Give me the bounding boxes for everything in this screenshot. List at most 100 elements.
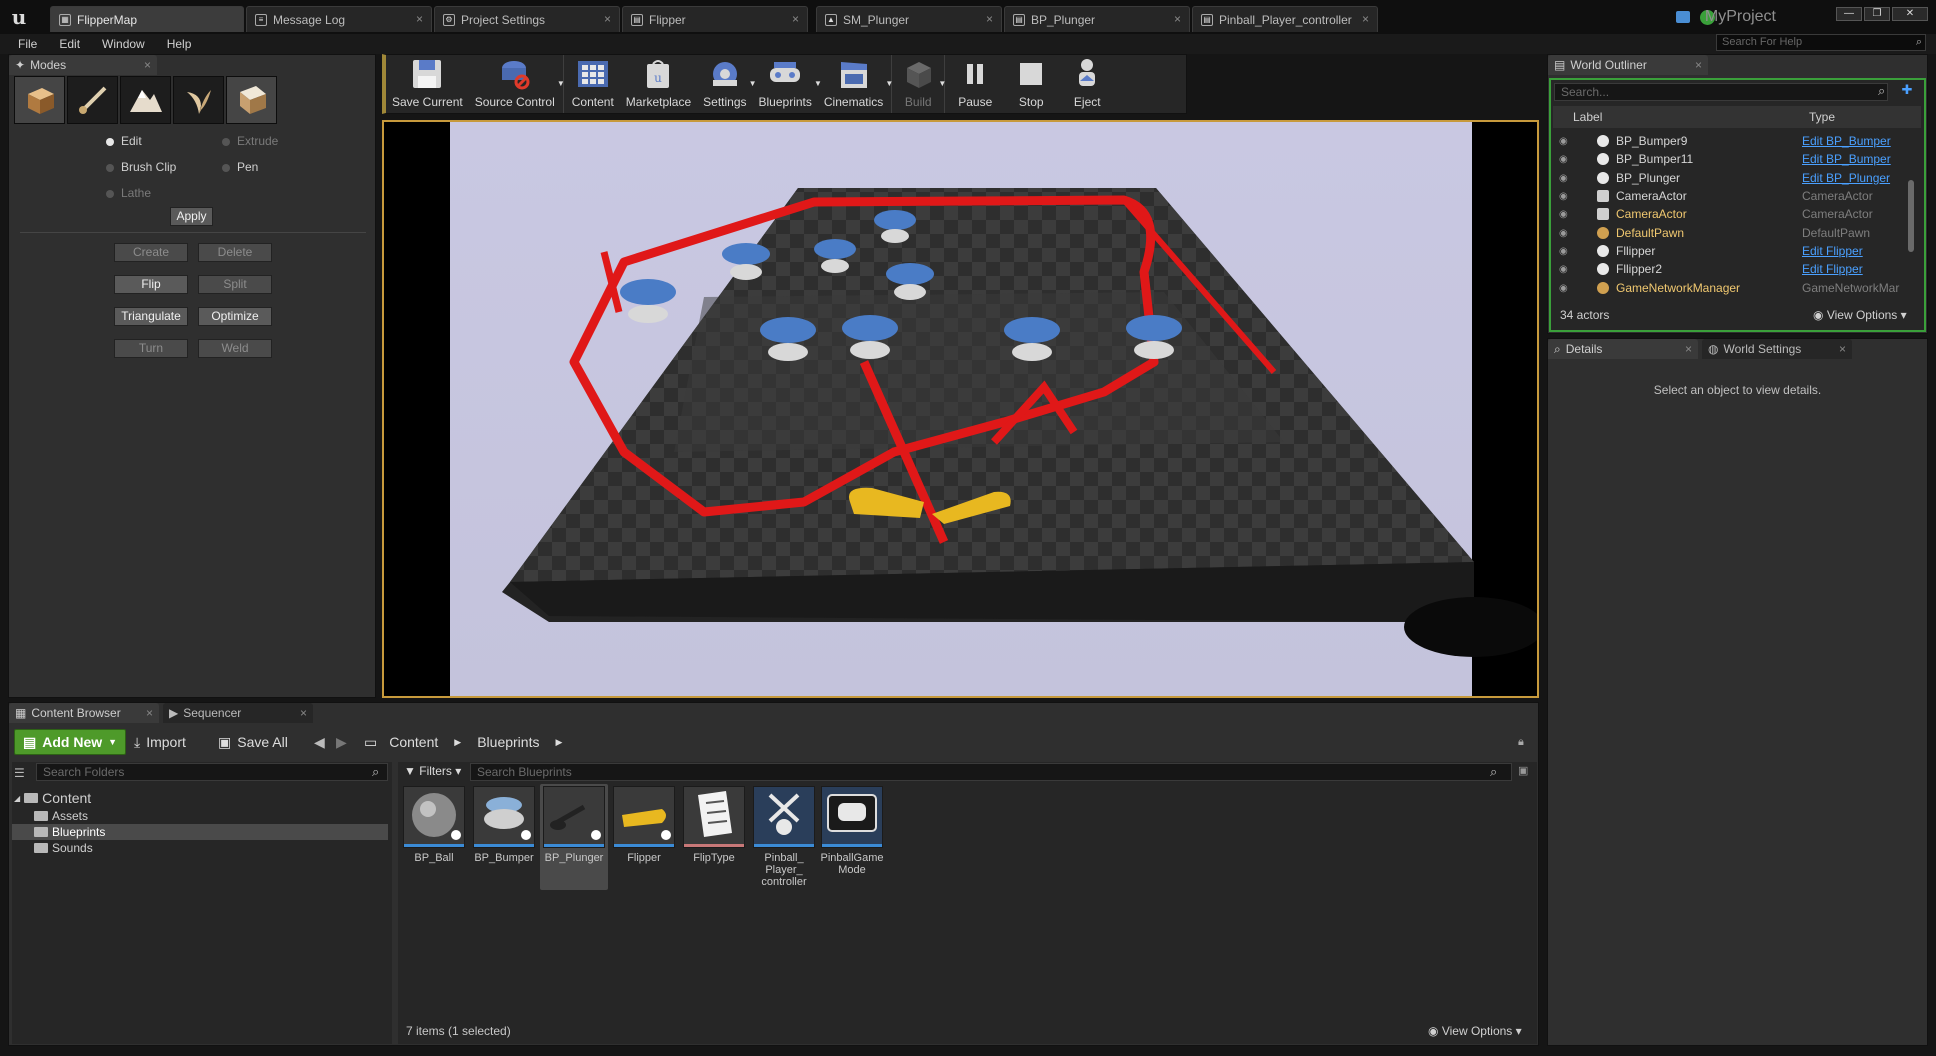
- menu-window[interactable]: Window: [102, 37, 145, 51]
- create-button[interactable]: Create: [114, 243, 188, 262]
- content-button[interactable]: Content: [566, 55, 620, 113]
- settings-button[interactable]: Settings ▼: [697, 55, 757, 113]
- actor-type-link[interactable]: Edit BP_Bumper: [1802, 134, 1908, 148]
- visibility-eye-icon[interactable]: ◉: [1559, 228, 1573, 239]
- visibility-eye-icon[interactable]: ◉: [1559, 283, 1573, 294]
- close-icon[interactable]: ×: [1174, 12, 1181, 26]
- dropdown-arrow-icon[interactable]: ▼: [885, 79, 893, 88]
- maximize-button[interactable]: ❐: [1864, 7, 1890, 21]
- add-filter-icon[interactable]: ✚: [1898, 82, 1916, 100]
- close-icon[interactable]: ×: [300, 706, 307, 720]
- visibility-eye-icon[interactable]: ◉: [1559, 191, 1573, 202]
- asset-bp-ball[interactable]: BP_Ball: [402, 786, 466, 888]
- paint-mode-icon[interactable]: [67, 76, 118, 124]
- folder-sounds[interactable]: Sounds: [34, 840, 93, 856]
- save-search-icon[interactable]: ▣: [1518, 764, 1528, 777]
- eject-button[interactable]: Eject: [1059, 55, 1115, 113]
- outliner-row[interactable]: ◉ DefaultPawn DefaultPawn: [1553, 223, 1908, 241]
- expand-arrow-icon[interactable]: ◢: [14, 794, 20, 803]
- sequencer-tab[interactable]: ▶ Sequencer ×: [163, 703, 313, 723]
- outliner-scrollbar[interactable]: [1908, 180, 1914, 252]
- lock-icon[interactable]: 🔒︎: [1518, 736, 1524, 749]
- tab-sm-plunger[interactable]: ▲ SM_Plunger ×: [816, 6, 1002, 32]
- tab-flippermap[interactable]: ▦ FlipperMap: [50, 6, 244, 32]
- content-view-options[interactable]: ◉ View Options ▾: [1428, 1024, 1522, 1038]
- asset-flipper[interactable]: Flipper: [612, 786, 676, 888]
- level-viewport[interactable]: [382, 120, 1539, 698]
- asset-pinball-game-mode[interactable]: PinballGame Mode: [820, 786, 884, 888]
- add-new-button[interactable]: ▤ Add New ▼: [14, 729, 127, 755]
- close-icon[interactable]: ×: [792, 12, 799, 26]
- menu-file[interactable]: File: [18, 37, 37, 51]
- actor-type-link[interactable]: Edit BP_Plunger: [1802, 171, 1908, 185]
- outliner-row[interactable]: ◉ BP_Plunger Edit BP_Plunger: [1553, 169, 1908, 187]
- actor-type-link[interactable]: Edit Flipper: [1802, 244, 1908, 258]
- breadcrumb-content[interactable]: Content: [389, 734, 438, 750]
- outliner-row[interactable]: ◉ Fllipper2 Edit Flipper: [1553, 260, 1908, 278]
- content-browser-tab[interactable]: ▦ Content Browser ×: [9, 703, 159, 723]
- blueprints-button[interactable]: Blueprints ▼: [753, 55, 822, 113]
- close-icon[interactable]: ×: [1695, 58, 1702, 72]
- outliner-row[interactable]: ◉ BP_Bumper11 Edit BP_Bumper: [1553, 150, 1908, 168]
- details-tab[interactable]: ⌕ Details ×: [1548, 339, 1698, 359]
- outliner-view-options[interactable]: ◉ View Options ▾: [1813, 308, 1907, 322]
- outliner-search-input[interactable]: Search...: [1554, 83, 1888, 101]
- outliner-row[interactable]: ◉ BP_Bumper9 Edit BP_Bumper: [1553, 132, 1908, 150]
- radio-brush-clip[interactable]: Brush Clip: [106, 160, 176, 174]
- radio-edit[interactable]: Edit: [106, 134, 142, 148]
- close-icon[interactable]: ×: [986, 12, 993, 26]
- marketplace-button[interactable]: u Marketplace: [620, 55, 697, 113]
- apply-button[interactable]: Apply: [170, 207, 213, 226]
- delete-button[interactable]: Delete: [198, 243, 272, 262]
- split-button[interactable]: Split: [198, 275, 272, 294]
- notification-icon[interactable]: [1676, 11, 1690, 23]
- tree-view-toggle-icon[interactable]: ☰: [14, 766, 25, 780]
- close-icon[interactable]: ×: [1839, 342, 1846, 356]
- visibility-eye-icon[interactable]: ◉: [1559, 136, 1573, 147]
- filters-button[interactable]: ▼ Filters ▾: [404, 764, 461, 778]
- foliage-mode-icon[interactable]: [173, 76, 224, 124]
- outliner-row[interactable]: ◉ CameraActor CameraActor: [1553, 205, 1908, 223]
- save-current-button[interactable]: Save Current: [386, 55, 469, 113]
- visibility-eye-icon[interactable]: ◉: [1559, 264, 1573, 275]
- tab-project-settings[interactable]: ⚙ Project Settings ×: [434, 6, 620, 32]
- close-icon[interactable]: ×: [604, 12, 611, 26]
- weld-button[interactable]: Weld: [198, 339, 272, 358]
- close-icon[interactable]: ×: [416, 12, 423, 26]
- flip-button[interactable]: Flip: [114, 275, 188, 294]
- geometry-mode-icon[interactable]: [226, 76, 277, 124]
- close-icon[interactable]: ×: [1362, 12, 1369, 26]
- radio-lathe[interactable]: Lathe: [106, 186, 151, 200]
- tab-bp-plunger[interactable]: ▤ BP_Plunger ×: [1004, 6, 1190, 32]
- search-folders-input[interactable]: Search Folders: [36, 763, 388, 781]
- visibility-eye-icon[interactable]: ◉: [1559, 173, 1573, 184]
- actor-type-link[interactable]: Edit BP_Bumper: [1802, 152, 1908, 166]
- stop-button[interactable]: Stop: [1003, 55, 1059, 113]
- pause-button[interactable]: Pause: [947, 55, 1003, 113]
- tree-root-content[interactable]: ◢ Content: [14, 790, 91, 806]
- landscape-mode-icon[interactable]: [120, 76, 171, 124]
- visibility-eye-icon[interactable]: ◉: [1559, 246, 1573, 257]
- modes-tab[interactable]: ✦ Modes ×: [9, 55, 157, 75]
- asset-fliptype[interactable]: FlipType: [682, 786, 746, 888]
- asset-pinball-player-controller[interactable]: Pinball_ Player_ controller: [752, 786, 816, 896]
- radio-extrude[interactable]: Extrude: [222, 134, 278, 148]
- place-mode-icon[interactable]: [14, 76, 65, 124]
- outliner-row[interactable]: ◉ GameNetworkManager GameNetworkMar: [1553, 278, 1908, 296]
- folder-blueprints[interactable]: Blueprints: [12, 824, 388, 840]
- outliner-row[interactable]: ◉ CameraActor CameraActor: [1553, 187, 1908, 205]
- actor-type-link[interactable]: Edit Flipper: [1802, 262, 1908, 276]
- tab-message-log[interactable]: ≡ Message Log ×: [246, 6, 432, 32]
- minimize-button[interactable]: —: [1836, 7, 1862, 21]
- optimize-button[interactable]: Optimize: [198, 307, 272, 326]
- triangulate-button[interactable]: Triangulate: [114, 307, 188, 326]
- turn-button[interactable]: Turn: [114, 339, 188, 358]
- column-type[interactable]: Type: [1809, 110, 1835, 124]
- import-button[interactable]: ⤓ Import: [126, 729, 194, 755]
- breadcrumb-blueprints[interactable]: Blueprints: [477, 734, 539, 750]
- close-window-button[interactable]: ✕: [1892, 7, 1928, 21]
- help-search-input[interactable]: Search For Help: [1716, 34, 1926, 51]
- search-assets-input[interactable]: Search Blueprints: [470, 763, 1512, 781]
- breadcrumb-arrow-icon[interactable]: ▶: [454, 737, 461, 748]
- visibility-eye-icon[interactable]: ◉: [1559, 209, 1573, 220]
